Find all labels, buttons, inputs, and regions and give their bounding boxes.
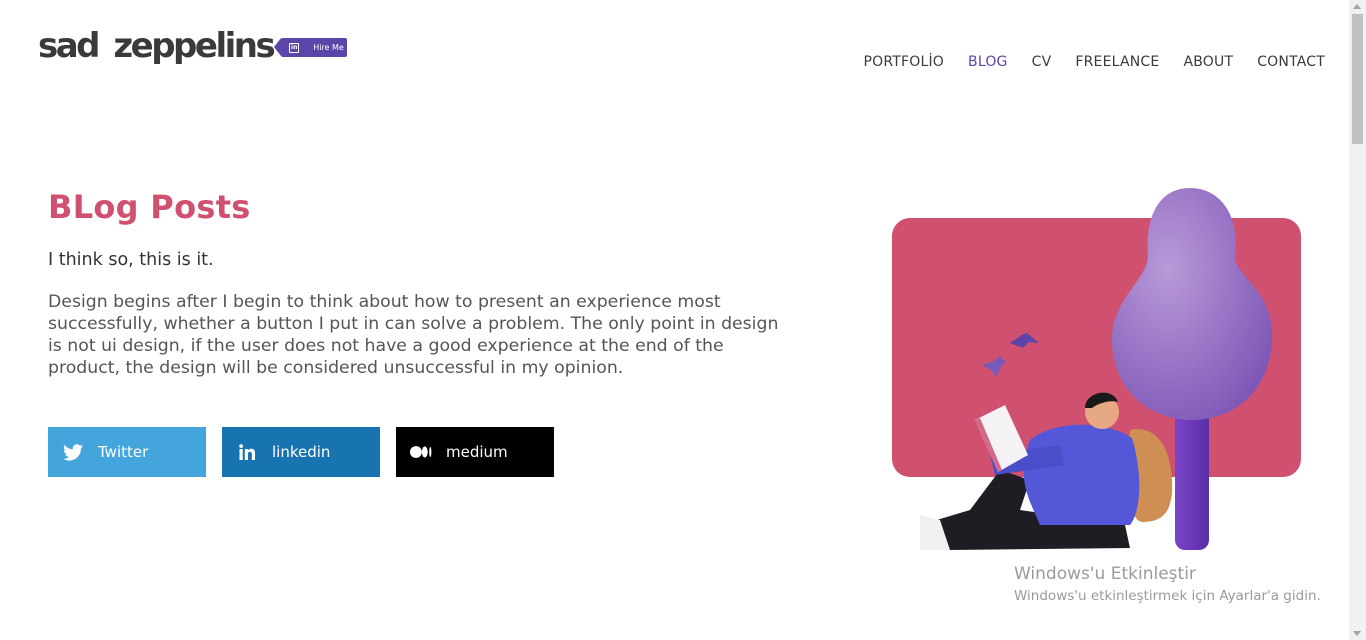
twitter-button[interactable]: Twitter bbox=[48, 427, 206, 477]
hire-me-button[interactable]: in Hire Me bbox=[274, 38, 348, 57]
medium-icon bbox=[410, 441, 432, 463]
page-description: Design begins after I begin to think abo… bbox=[48, 292, 779, 378]
scroll-up-icon[interactable] bbox=[1353, 4, 1361, 9]
linkedin-icon bbox=[236, 441, 258, 463]
tree-trunk bbox=[1175, 400, 1209, 550]
logo-text: sad zeppelins bbox=[38, 26, 276, 66]
linkedin-button[interactable]: linkedin bbox=[222, 427, 380, 477]
medium-label: medium bbox=[446, 443, 508, 461]
page-subtitle: I think so, this is it. bbox=[48, 250, 214, 270]
main-nav: PORTFOLİO BLOG CV FREELANCE ABOUT CONTAC… bbox=[863, 54, 1325, 70]
page-title: BLog Posts bbox=[48, 188, 251, 226]
vertical-scrollbar[interactable] bbox=[1349, 0, 1366, 640]
nav-cv[interactable]: CV bbox=[1032, 54, 1052, 70]
site-logo[interactable]: sad zeppelins in Hire Me bbox=[38, 26, 348, 66]
nav-about[interactable]: ABOUT bbox=[1183, 54, 1233, 70]
social-links: Twitter linkedin medium bbox=[48, 427, 554, 477]
nav-blog[interactable]: BLOG bbox=[968, 54, 1008, 70]
twitter-icon bbox=[62, 441, 84, 463]
medium-button[interactable]: medium bbox=[396, 427, 554, 477]
scroll-thumb[interactable] bbox=[1352, 14, 1363, 144]
nav-contact[interactable]: CONTACT bbox=[1257, 54, 1325, 70]
watermark-title: Windows'u Etkinleştir bbox=[1014, 564, 1196, 584]
twitter-label: Twitter bbox=[98, 443, 149, 461]
linkedin-label: linkedin bbox=[272, 443, 331, 461]
watermark-subtitle: Windows'u etkinleştirmek için Ayarlar'a … bbox=[1014, 588, 1321, 604]
windows-activation-watermark: Windows'u Etkinleştir Windows'u etkinleş… bbox=[1014, 564, 1321, 604]
linkedin-icon: in bbox=[289, 42, 300, 53]
nav-freelance[interactable]: FREELANCE bbox=[1075, 54, 1159, 70]
hire-me-label: Hire Me bbox=[313, 43, 344, 52]
person-hoodie bbox=[1023, 424, 1140, 525]
nav-portfolio[interactable]: PORTFOLİO bbox=[863, 54, 944, 70]
reading-person-illustration bbox=[892, 188, 1301, 550]
scroll-down-icon[interactable] bbox=[1353, 631, 1361, 636]
